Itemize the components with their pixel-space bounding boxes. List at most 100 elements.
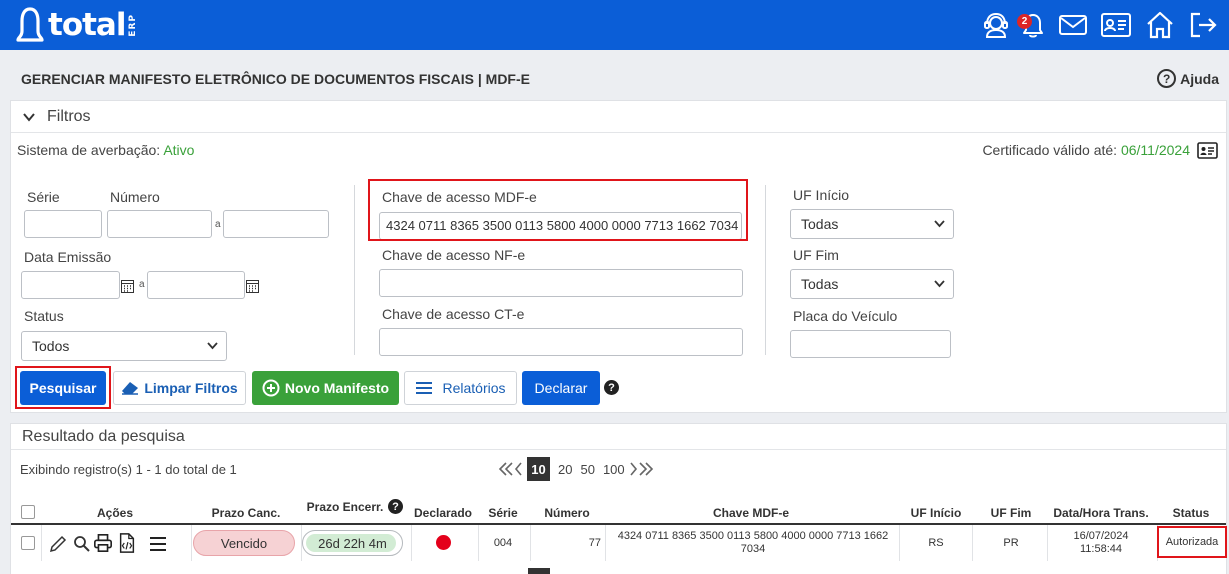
cell-numero: 77 xyxy=(588,537,601,549)
page-size-option[interactable]: 100 xyxy=(603,462,625,477)
edit-pencil-icon[interactable] xyxy=(48,534,68,554)
header-divider xyxy=(11,523,1226,525)
relatorios-button[interactable]: Relatórios xyxy=(404,371,517,405)
col-chave: Chave MDF-e xyxy=(712,506,789,520)
status-select[interactable]: Todos xyxy=(21,331,227,361)
limpar-filtros-label: Limpar Filtros xyxy=(144,380,238,396)
logout-icon[interactable] xyxy=(1187,9,1219,41)
chevron-down-icon xyxy=(934,220,945,228)
data-from-input[interactable] xyxy=(21,271,120,299)
select-all-checkbox[interactable] xyxy=(21,505,35,519)
results-title: Resultado da pesquisa xyxy=(11,424,1226,450)
chevron-left-icon[interactable] xyxy=(514,462,523,476)
col-acoes: Ações xyxy=(97,506,134,520)
chevron-right-icon[interactable] xyxy=(629,462,638,476)
help-circle-icon: ? xyxy=(1157,69,1177,88)
cell-uf-fim: PR xyxy=(1003,537,1019,549)
numero-range-sep: a xyxy=(215,219,221,230)
novo-manifesto-button[interactable]: Novo Manifesto xyxy=(252,371,399,405)
filters-toggle[interactable]: Filtros xyxy=(11,101,1226,133)
declarar-help-icon[interactable]: ? xyxy=(604,380,619,395)
limpar-filtros-button[interactable]: Limpar Filtros xyxy=(113,371,246,405)
home-icon[interactable] xyxy=(1144,9,1176,41)
col-uf-inicio: UF Início xyxy=(910,506,962,520)
certificate-card-icon[interactable] xyxy=(1197,142,1218,159)
data-range-sep: a xyxy=(139,279,145,290)
filters-title: Filtros xyxy=(47,107,91,125)
relatorios-label: Relatórios xyxy=(442,380,506,396)
data-to-input[interactable] xyxy=(147,271,245,299)
cell-chave-line1: 4324 0711 8365 3500 0113 5800 4000 0000 … xyxy=(617,530,889,542)
double-chevron-left-icon[interactable] xyxy=(498,462,514,476)
placa-label: Placa do Veículo xyxy=(793,308,898,324)
pesquisar-button[interactable]: Pesquisar xyxy=(20,371,106,405)
cert-value: 06/11/2024 xyxy=(1120,142,1190,158)
declarar-button[interactable]: Declarar xyxy=(522,371,600,405)
plus-circle-icon xyxy=(262,379,280,397)
page-size-option[interactable]: 10 xyxy=(527,457,550,481)
col-data-hora: Data/Hora Trans. xyxy=(1053,506,1149,520)
status-label: Status xyxy=(24,308,64,324)
calendar-icon[interactable] xyxy=(246,279,259,293)
column-divider xyxy=(765,185,766,355)
chave-cte-input[interactable] xyxy=(379,328,743,356)
cell-data: 16/07/2024 xyxy=(1073,530,1129,542)
xml-file-icon[interactable] xyxy=(117,533,137,553)
page-size-option[interactable]: 50 xyxy=(580,462,594,477)
logo[interactable]: total ERP xyxy=(14,6,138,44)
cell-hora: 11:58:44 xyxy=(1079,543,1122,555)
serie-input[interactable] xyxy=(24,210,102,238)
chevron-down-icon xyxy=(23,112,35,122)
col-prazo-encerr: Prazo Encerr. xyxy=(306,500,384,514)
certificate-info: Certificado válido até: 06/11/2024 xyxy=(982,142,1190,158)
chave-nfe-input[interactable] xyxy=(379,269,743,297)
eraser-icon xyxy=(122,382,139,395)
numero-to-input[interactable] xyxy=(223,210,329,238)
uf-inicio-label: UF Início xyxy=(793,187,850,203)
cell-chave-line2: 7034 xyxy=(740,543,766,555)
page-size-option[interactable]: 20 xyxy=(558,462,572,477)
bottom-pager-current[interactable] xyxy=(528,568,550,574)
cell-divider xyxy=(605,525,606,561)
col-prazo-canc: Prazo Canc. xyxy=(211,506,281,520)
help-link[interactable]: ? Ajuda xyxy=(1157,69,1219,88)
mail-icon[interactable] xyxy=(1057,9,1089,41)
print-icon[interactable] xyxy=(93,533,113,553)
cell-data-hora: 16/07/2024 11:58:44 xyxy=(1051,530,1151,556)
status-select-value: Todos xyxy=(32,338,70,354)
list-icon xyxy=(416,382,433,394)
page-title: GERENCIAR MANIFESTO ELETRÔNICO DE DOCUME… xyxy=(21,71,530,87)
support-agent-icon[interactable] xyxy=(980,9,1012,41)
cell-divider xyxy=(972,525,973,561)
cell-divider xyxy=(530,525,531,561)
uf-inicio-select[interactable]: Todas xyxy=(790,209,954,239)
cell-divider xyxy=(191,525,192,561)
calendar-icon[interactable] xyxy=(121,279,134,293)
search-icon[interactable] xyxy=(72,534,92,554)
menu-icon[interactable] xyxy=(148,534,168,554)
uf-fim-select[interactable]: Todas xyxy=(790,269,954,299)
averbacao-label: Sistema de averbação: xyxy=(17,142,161,158)
uf-fim-label: UF Fim xyxy=(793,247,839,263)
cell-divider xyxy=(1047,525,1048,561)
chevron-down-icon xyxy=(207,342,218,350)
chevron-down-icon xyxy=(934,280,945,288)
placa-input[interactable] xyxy=(790,330,951,358)
double-chevron-right-icon[interactable] xyxy=(638,462,654,476)
highlight-chave-mdfe xyxy=(368,179,748,241)
results-panel: Resultado da pesquisa Exibindo registro(… xyxy=(10,423,1227,574)
chave-nfe-label: Chave de acesso NF-e xyxy=(382,247,526,263)
notifications-bell-icon[interactable]: 2 xyxy=(1017,9,1049,41)
row-checkbox[interactable] xyxy=(21,536,35,550)
col-declarado: Declarado xyxy=(413,506,473,520)
notifications-badge: 2 xyxy=(1017,14,1032,29)
numero-from-input[interactable] xyxy=(107,210,212,238)
prazo-help-icon[interactable]: ? xyxy=(388,499,403,514)
logo-text: total xyxy=(48,7,126,43)
contact-card-icon[interactable] xyxy=(1100,9,1132,41)
cell-uf-inicio: RS xyxy=(928,537,944,549)
prazo-encerr-text: 26d 22h 4m xyxy=(318,535,387,551)
cell-status: Autorizada xyxy=(1165,536,1219,548)
cell-chave: 4324 0711 8365 3500 0113 5800 4000 0000 … xyxy=(611,530,895,556)
cell-divider xyxy=(478,525,479,561)
